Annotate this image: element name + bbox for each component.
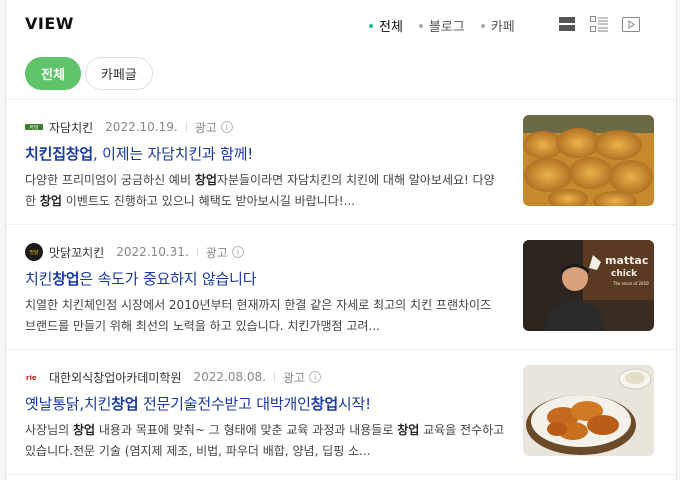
section-title: VIEW <box>25 14 74 33</box>
detail-view-icon[interactable] <box>588 13 610 35</box>
ad-label: 광고 <box>205 245 228 260</box>
result-title-link[interactable]: 치킨집창업, 이제는 자담치킨과 함께! <box>25 143 253 164</box>
chip-cafe-posts[interactable]: 카페글 <box>84 57 153 90</box>
title-text: 옛날통닭,치킨 <box>25 395 112 413</box>
result-item: 자담 자담치킨 2022.10.19. 광고 i 치킨집창업, 이제는 자담치킨… <box>6 100 676 225</box>
result-description: 다양한 프리미엄이 궁금하신 예비 창업자분들이라면 자담치킨의 치킨에 대해 … <box>25 170 505 212</box>
result-item: 맛닭 맛닭꼬치킨 2022.10.31. 광고 i 치킨창업은 속도가 중요하지… <box>6 225 676 350</box>
filter-blog[interactable]: 블로그 <box>418 16 465 35</box>
separator <box>274 372 276 382</box>
desc-text: 이벤트도 진행하고 있으니 혜택도 받아보시길 바랍니다!... <box>61 194 356 208</box>
view-header: VIEW 전체 블로그 카페 <box>6 0 676 48</box>
result-source: 자담 자담치킨 2022.10.19. 광고 i <box>25 118 233 136</box>
info-icon[interactable]: i <box>231 246 244 258</box>
svg-text:rie: rie <box>26 374 37 382</box>
fried-chicken-image <box>523 115 654 206</box>
result-thumbnail[interactable]: mattac chick The since of 2010 <box>523 240 654 331</box>
desc-text: 다양한 프리미엄이 궁금하신 예비 <box>25 173 195 187</box>
source-name[interactable]: 맛닭꼬치킨 <box>49 244 104 261</box>
ad-label: 광고 <box>283 370 306 385</box>
source-name[interactable]: 대한외식창업아카데미학원 <box>49 369 181 386</box>
title-text: 치킨 <box>25 270 53 288</box>
dot-icon <box>418 23 423 28</box>
title-text: , 이제는 자담치킨과 함께! <box>93 145 254 163</box>
filter-cafe[interactable]: 카페 <box>480 16 515 35</box>
result-source: 맛닭 맛닭꼬치킨 2022.10.31. 광고 i <box>25 243 244 261</box>
result-description: 사장님의 창업 내용과 목표에 맞춰~ 그 형태에 맞춘 교육 과정과 내용들로… <box>25 420 505 462</box>
filter-label: 전체 <box>379 20 403 35</box>
post-date: 2022.10.31. <box>116 245 189 259</box>
svg-text:The since of 2010: The since of 2010 <box>612 281 649 286</box>
separator <box>196 247 198 257</box>
dot-icon <box>480 23 485 28</box>
info-icon[interactable]: i <box>309 371 322 383</box>
filter-all[interactable]: 전체 <box>369 16 403 35</box>
keyword-highlight: 창업 <box>397 423 420 437</box>
svg-text:맛닭: 맛닭 <box>29 249 39 256</box>
result-description: 치열한 치킨체인점 시장에서 2010년부터 현재까지 한결 같은 자세로 최고… <box>25 298 492 333</box>
chip-all[interactable]: 전체 <box>25 57 81 90</box>
restaurant-owner-image: mattac chick The since of 2010 <box>523 240 654 331</box>
svg-text:chick: chick <box>611 269 638 279</box>
jadam-logo-icon: 자담 <box>25 118 43 136</box>
post-date: 2022.10.19. <box>105 120 178 134</box>
divider <box>6 474 676 475</box>
result-item: rie 대한외식창업아카데미학원 2022.08.08. 광고 i 옛날통닭,치… <box>6 350 676 475</box>
title-text: 시작! <box>337 395 371 413</box>
title-text: 은 속도가 중요하지 않습니다 <box>79 270 257 288</box>
title-text: 전문기술전수받고 대박개인 <box>138 395 311 413</box>
desc-text: 사장님의 <box>25 423 73 437</box>
result-thumbnail[interactable] <box>523 115 654 206</box>
keyword-highlight: 창업 <box>52 270 80 288</box>
svg-text:mattac: mattac <box>605 254 648 267</box>
keyword-highlight: 창업 <box>310 395 338 413</box>
view-panel: VIEW 전체 블로그 카페 전체 카페글 자담 자담치킨 2022.10.19… <box>5 0 677 480</box>
keyword-highlight: 창업 <box>111 395 139 413</box>
desc-text: 내용과 목표에 맞춰~ 그 형태에 맞춘 교육 과정과 내용들로 <box>95 423 398 437</box>
video-icon[interactable] <box>620 13 642 35</box>
svg-text:자담: 자담 <box>29 124 39 131</box>
result-thumbnail[interactable] <box>523 365 654 456</box>
post-date: 2022.08.08. <box>193 370 267 384</box>
ad-label: 광고 <box>194 120 217 135</box>
active-dot-icon <box>369 23 373 28</box>
keyword-highlight: 창업 <box>194 173 217 187</box>
keyword-highlight: 치킨집창업 <box>25 145 94 163</box>
list-view-icon[interactable] <box>556 13 578 35</box>
info-icon[interactable]: i <box>220 121 233 133</box>
matdak-logo-icon: 맛닭 <box>25 243 43 261</box>
filter-label: 블로그 <box>428 20 465 35</box>
source-filters: 전체 블로그 카페 <box>369 16 531 35</box>
keyword-highlight: 창업 <box>39 194 62 208</box>
separator <box>185 122 187 132</box>
result-title-link[interactable]: 치킨창업은 속도가 중요하지 않습니다 <box>25 268 257 289</box>
source-name[interactable]: 자담치킨 <box>49 119 93 136</box>
chicken-basket-image <box>523 365 654 456</box>
result-source: rie 대한외식창업아카데미학원 2022.08.08. 광고 i <box>25 368 322 386</box>
view-mode-toggles <box>556 13 652 35</box>
result-title-link[interactable]: 옛날통닭,치킨창업 전문기술전수받고 대박개인창업시작! <box>25 393 371 414</box>
filter-label: 카페 <box>490 20 515 35</box>
keyword-highlight: 창업 <box>72 423 96 437</box>
academy-logo-icon: rie <box>25 368 43 386</box>
category-chips: 전체 카페글 <box>25 57 157 90</box>
